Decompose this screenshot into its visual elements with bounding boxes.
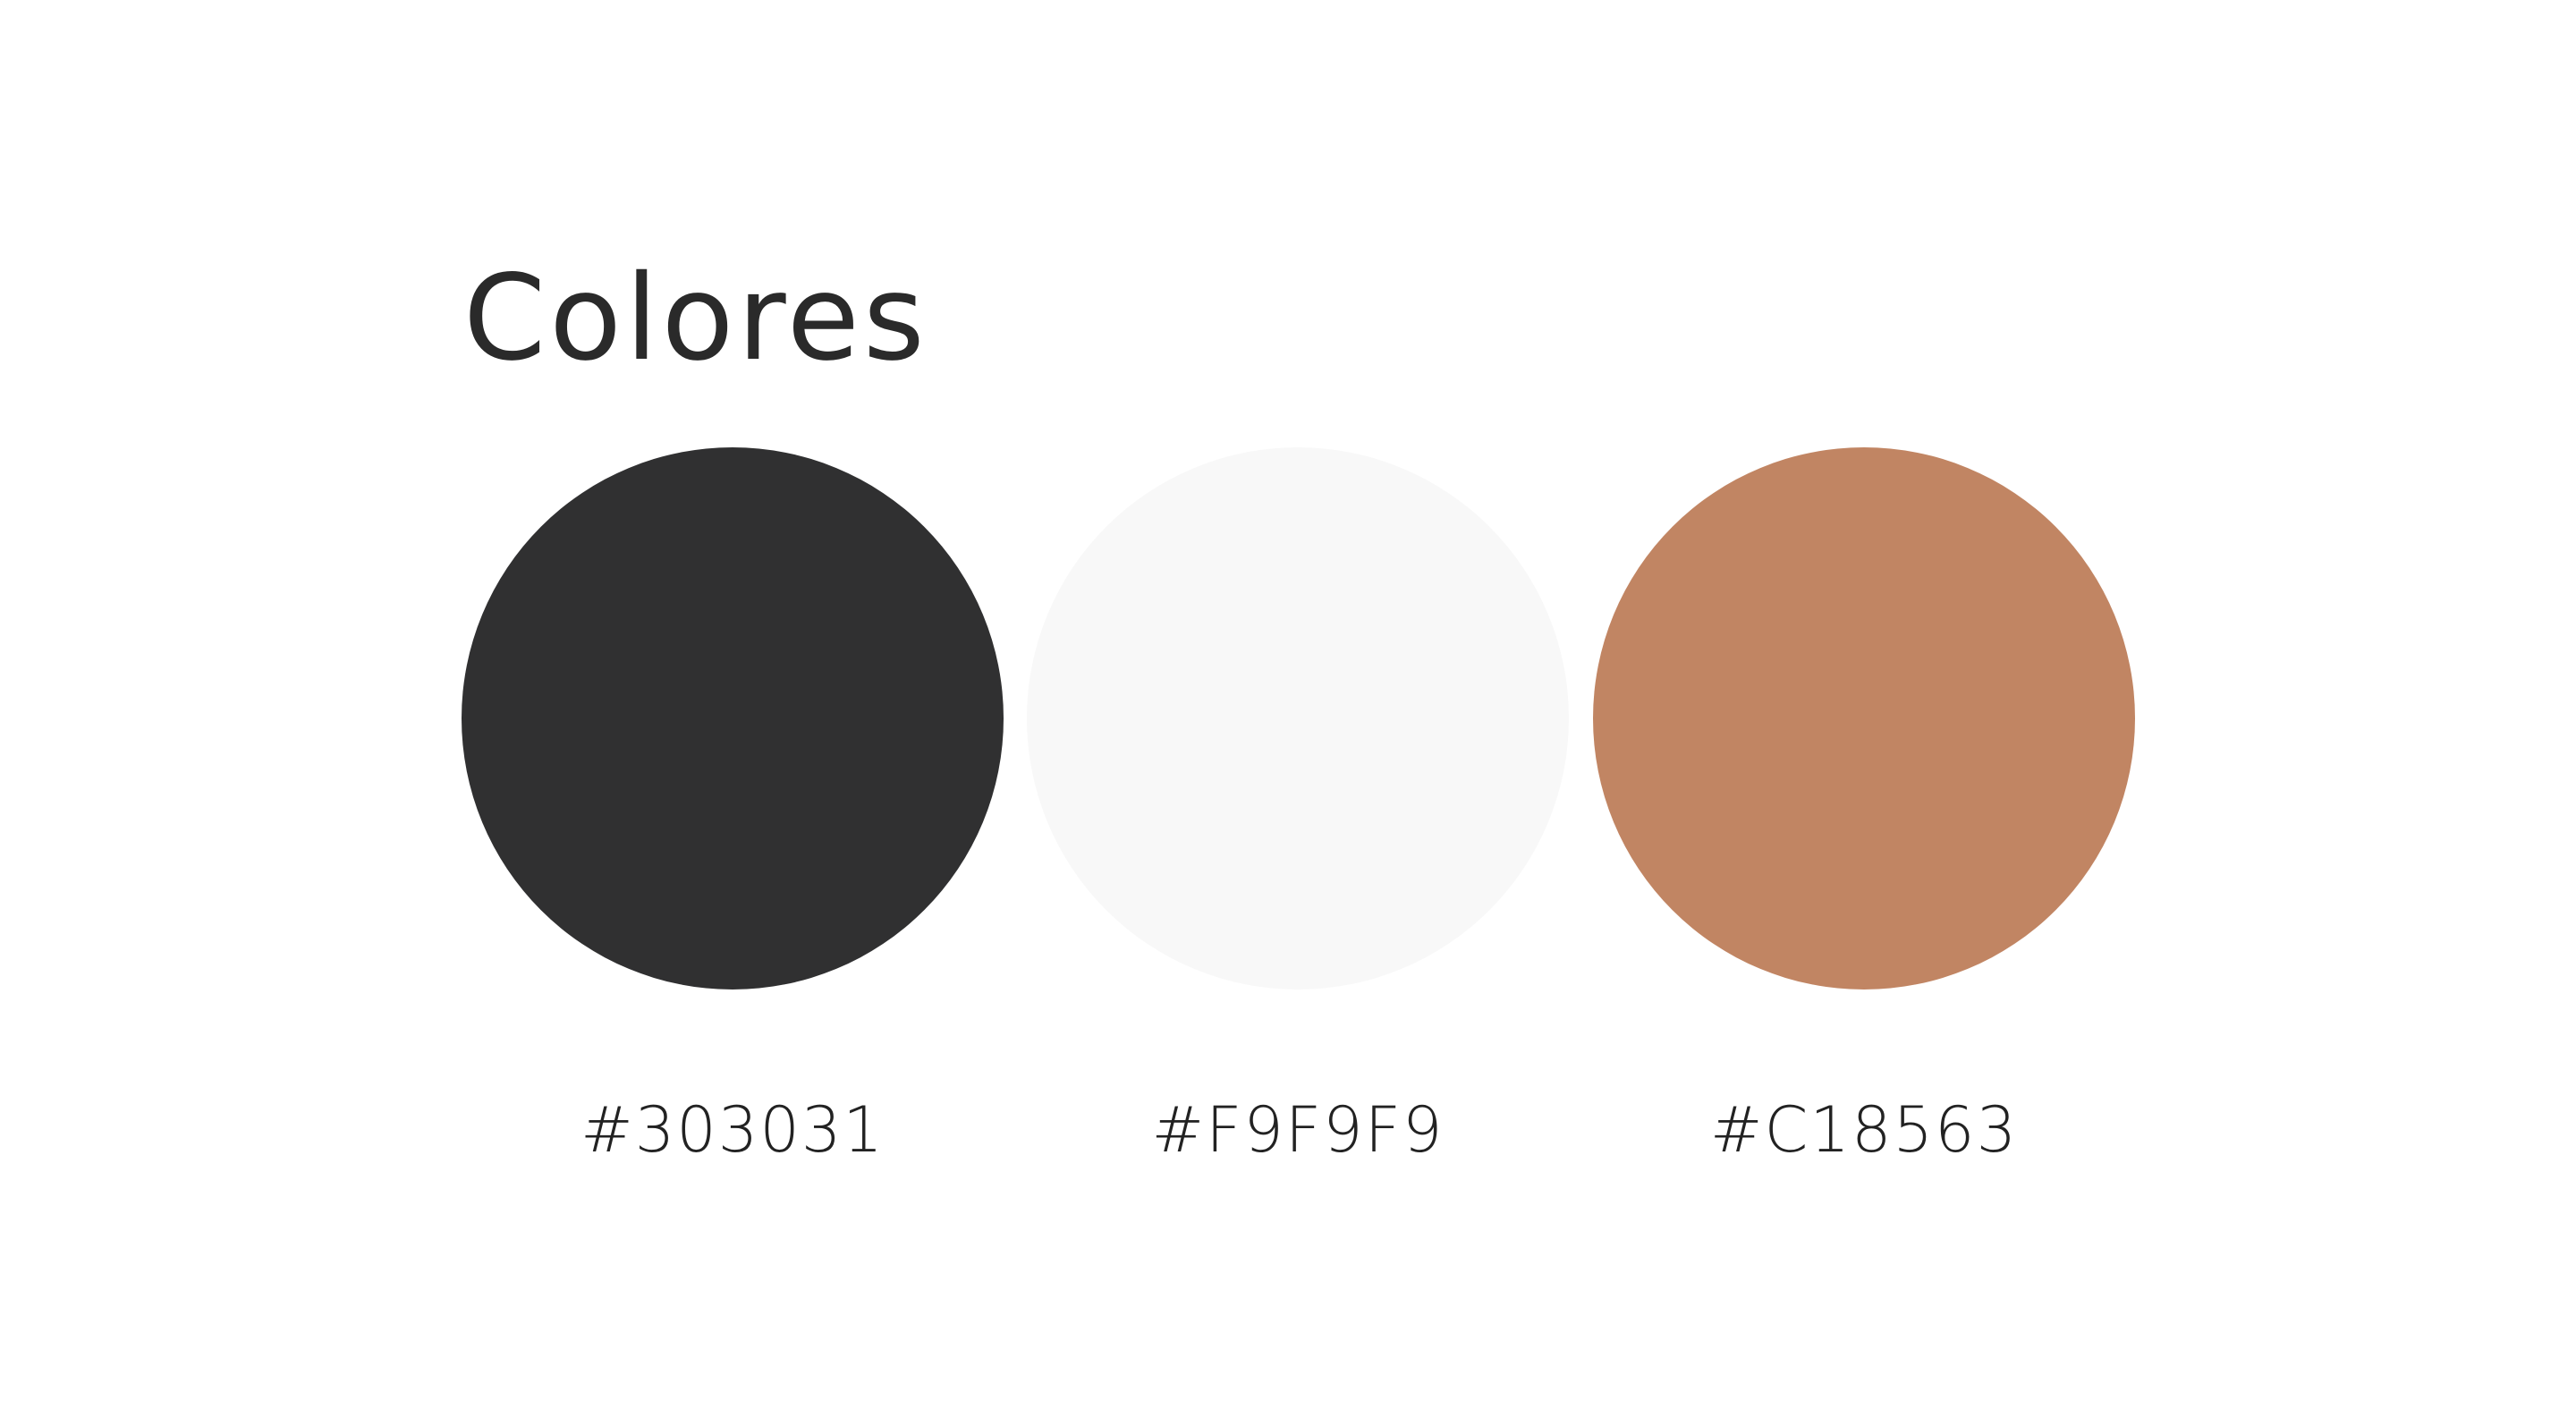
color-code-off-white: #F9F9F9 <box>1151 1093 1445 1167</box>
color-swatch-charcoal <box>462 447 1004 990</box>
palette-title: Colores <box>463 250 928 387</box>
color-swatch-terracotta <box>1593 447 2135 990</box>
color-code-charcoal: #303031 <box>580 1093 885 1167</box>
color-swatch-off-white <box>1027 447 1569 990</box>
color-code-terracotta: #C18563 <box>1709 1093 2019 1167</box>
